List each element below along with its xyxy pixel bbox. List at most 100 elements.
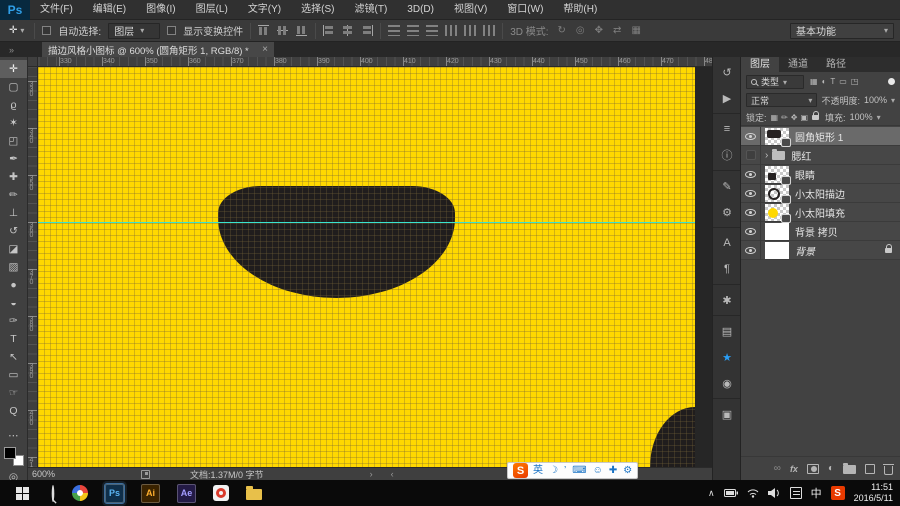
menu-3d[interactable]: 3D(D) — [397, 0, 444, 20]
eraser-tool[interactable]: ◪ — [0, 240, 27, 258]
document-tab[interactable]: 描边风格小图标 @ 600% (圆角矩形 1, RGB/8) * × — [42, 42, 274, 57]
marquee-tool[interactable]: ▢ — [0, 78, 27, 96]
adjustments-panel-icon[interactable]: ≡ — [713, 113, 741, 142]
ime-emoji-icon[interactable]: ☺ — [593, 463, 603, 478]
paragraph-panel-icon[interactable]: ¶ — [713, 256, 741, 282]
new-layer-icon[interactable] — [865, 464, 875, 474]
layer-name[interactable]: 圆角矩形 1 — [795, 129, 843, 144]
new-group-icon[interactable] — [843, 465, 856, 474]
brush-settings-panel-icon[interactable]: ⚙ — [713, 199, 741, 225]
gradient-tool[interactable]: ▨ — [0, 258, 27, 276]
color-swatches[interactable] — [3, 447, 25, 467]
info-panel-icon[interactable]: ⓘ — [713, 142, 741, 168]
character-panel-icon[interactable]: A — [713, 227, 741, 256]
menu-select[interactable]: 选择(S) — [291, 0, 344, 20]
align-bottom-edges-icon[interactable] — [296, 25, 308, 36]
ime-skin-icon[interactable]: ✚ — [609, 463, 617, 478]
filter-adjust-icon[interactable]: ◐ — [822, 77, 827, 86]
menu-image[interactable]: 图像(I) — [136, 0, 185, 20]
tab-layers[interactable]: 图层 — [741, 57, 779, 72]
layer-visibility-toggle[interactable] — [741, 184, 761, 203]
align-left-edges-icon[interactable] — [323, 25, 335, 36]
align-top-edges-icon[interactable] — [258, 25, 270, 36]
ime-pad-icon[interactable] — [790, 487, 802, 499]
3d-roll-icon[interactable]: ◎ — [574, 25, 587, 36]
distribute-horizontal-centers-icon[interactable] — [464, 25, 476, 36]
menu-help[interactable]: 帮助(H) — [553, 0, 607, 20]
layer-visibility-toggle[interactable] — [741, 146, 761, 165]
chevron-down-icon[interactable] — [877, 112, 881, 123]
layer-thumbnail[interactable] — [765, 185, 789, 202]
layer-visibility-toggle[interactable] — [741, 241, 761, 260]
menu-view[interactable]: 视图(V) — [444, 0, 497, 20]
canvas-document[interactable] — [38, 67, 695, 467]
taskbar-app-red-icon[interactable] — [213, 485, 229, 501]
layer-style-icon[interactable]: fx — [790, 464, 798, 474]
layer-name[interactable]: 腮红 — [791, 148, 811, 163]
menu-filter[interactable]: 滤镜(T) — [345, 0, 398, 20]
ime-moon-icon[interactable]: ☽ — [549, 463, 558, 478]
ime-settings-icon[interactable]: ⚙ — [623, 463, 632, 478]
layer-visibility-toggle[interactable] — [741, 165, 761, 184]
layer-visibility-toggle[interactable] — [741, 127, 761, 146]
lock-paint-icon[interactable]: ✏ — [781, 113, 788, 122]
chevron-down-icon[interactable] — [891, 95, 895, 106]
add-mask-icon[interactable] — [807, 464, 819, 474]
filter-toggle-switch[interactable] — [888, 78, 895, 85]
auto-select-dropdown[interactable]: 图层 — [108, 23, 160, 39]
link-layers-icon[interactable]: ∞ — [774, 463, 781, 474]
actions-panel-icon[interactable]: ▶ — [713, 85, 741, 111]
tray-chevron-up-icon[interactable]: ∧ — [708, 488, 715, 499]
layer-row-background[interactable]: › 背景 — [741, 241, 900, 260]
taskbar-search-icon[interactable] — [52, 486, 55, 500]
layer-name[interactable]: 背景 拷贝 — [795, 224, 838, 239]
ime-punct-icon[interactable]: ’ — [564, 463, 566, 478]
move-tool[interactable]: ✛ — [0, 60, 27, 78]
edit-toolbar-button[interactable]: ⋯ — [0, 428, 27, 445]
start-button[interactable] — [0, 480, 44, 506]
file-explorer-icon[interactable] — [246, 489, 262, 500]
menu-layer[interactable]: 图层(L) — [186, 0, 238, 20]
styles-panel-icon[interactable]: ✱ — [713, 284, 741, 313]
device-preview-panel-icon[interactable]: ▣ — [713, 398, 741, 427]
layer-visibility-toggle[interactable] — [741, 203, 761, 222]
clone-stamp-tool[interactable]: ⊥ — [0, 204, 27, 222]
ime-keyboard-icon[interactable]: ⌨ — [572, 463, 586, 478]
sogou-logo-icon[interactable]: S — [513, 463, 528, 478]
hand-tool[interactable]: ☞ — [0, 384, 27, 402]
layer-name[interactable]: 小太阳填充 — [795, 205, 845, 220]
layer-thumbnail[interactable] — [765, 166, 789, 183]
type-tool[interactable]: T — [0, 330, 27, 348]
layer-thumbnail[interactable] — [765, 204, 789, 221]
opacity-value[interactable]: 100% — [864, 95, 887, 105]
layer-row-sun-fill[interactable]: › 小太阳填充 — [741, 203, 900, 222]
layer-visibility-toggle[interactable] — [741, 222, 761, 241]
3d-camera-icon[interactable]: ▦ — [629, 25, 642, 36]
distribute-left-edges-icon[interactable] — [445, 25, 457, 36]
distribute-right-edges-icon[interactable] — [483, 25, 495, 36]
lock-transparency-icon[interactable]: ▦ — [771, 113, 779, 122]
sogou-tray-icon[interactable]: S — [831, 486, 845, 500]
distribute-top-edges-icon[interactable] — [388, 25, 400, 36]
layer-row-eyes[interactable]: › 眼睛 — [741, 165, 900, 184]
layer-row-bg-copy[interactable]: › 背景 拷贝 — [741, 222, 900, 241]
history-brush-tool[interactable]: ↺ — [0, 222, 27, 240]
layer-row-sun-stroke[interactable]: › 小太阳描边 — [741, 184, 900, 203]
libraries-panel-icon[interactable]: ▤ — [713, 315, 741, 344]
layer-thumbnail[interactable] — [765, 242, 789, 259]
filter-smartobject-icon[interactable]: ◳ — [851, 77, 859, 86]
current-tool-chip[interactable]: ✛ — [6, 25, 27, 36]
align-right-edges-icon[interactable] — [361, 25, 373, 36]
lock-artboard-icon[interactable]: ▣ — [800, 113, 808, 122]
document-size-info[interactable]: 文档:1.37M/0 字节 — [190, 468, 264, 481]
path-select-tool[interactable]: ↖ — [0, 348, 27, 366]
zoom-tool[interactable]: Q — [0, 402, 27, 420]
layer-thumbnail[interactable] — [765, 223, 789, 240]
blend-mode-dropdown[interactable]: 正常 — [746, 93, 817, 107]
filter-shape-icon[interactable]: ▭ — [839, 77, 847, 86]
distribute-vertical-centers-icon[interactable] — [407, 25, 419, 36]
layer-row-blush-group[interactable]: › 腮红 — [741, 146, 900, 165]
menu-edit[interactable]: 编辑(E) — [83, 0, 136, 20]
taskbar-illustrator[interactable]: Ai — [141, 484, 160, 503]
layer-name[interactable]: 背景 — [795, 243, 815, 258]
